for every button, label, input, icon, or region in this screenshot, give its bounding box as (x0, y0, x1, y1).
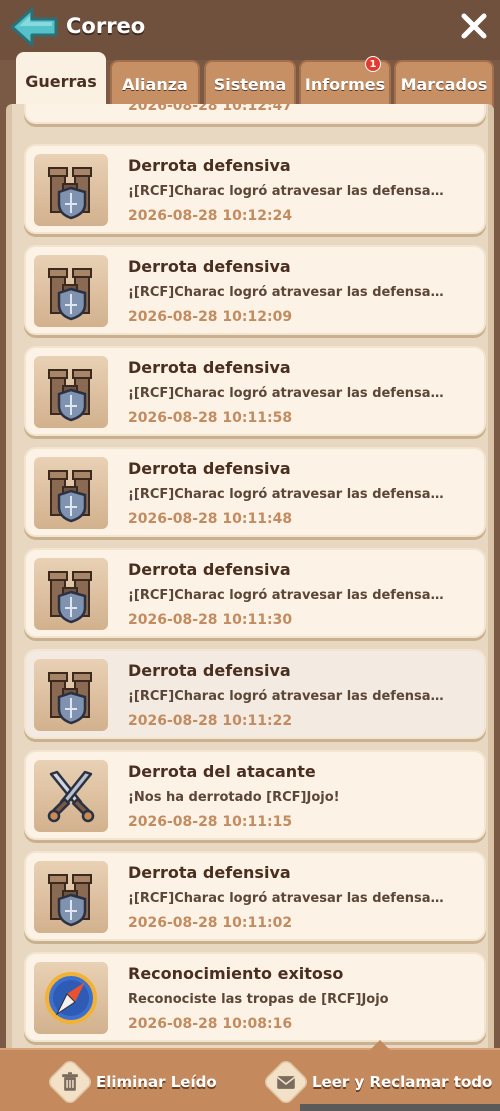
list-item[interactable]: Derrota defensiva ¡[RCF]Charac logró atr… (24, 649, 486, 739)
list-item[interactable]: Derrota defensiva ¡[RCF]Charac logró atr… (24, 851, 486, 941)
message-preview: ¡[RCF]Charac logró atravesar las defensa… (128, 689, 448, 704)
tab-informes[interactable]: Informes 1 (299, 56, 391, 106)
list-item[interactable]: Reconocimiento exitoso Reconociste las t… (24, 952, 486, 1042)
message-time: 2026-08-28 10:11:22 (128, 713, 293, 729)
list-item[interactable]: Derrota defensiva ¡[RCF]Charac logró atr… (24, 447, 486, 537)
castle-shield-icon (34, 255, 108, 327)
message-title: Derrota defensiva (128, 560, 291, 579)
mail-list[interactable]: 2026-08-28 10:12:47 Derrota defensiva ¡[… (12, 104, 488, 1048)
message-title: Derrota defensiva (128, 257, 291, 276)
delete-read-button[interactable]: Eliminar Leído (45, 1057, 217, 1107)
message-title: Reconocimiento exitoso (128, 964, 344, 983)
close-icon[interactable] (460, 12, 488, 40)
castle-shield-icon (34, 457, 108, 529)
envelope-icon (261, 1057, 311, 1107)
castle-shield-icon (34, 861, 108, 933)
header-bar: Correo (0, 0, 500, 60)
list-item[interactable]: 2026-08-28 10:12:47 (24, 104, 486, 124)
message-title: Derrota defensiva (128, 863, 291, 882)
delete-read-label: Eliminar Leído (96, 1073, 217, 1091)
tab-label: Sistema (213, 74, 287, 94)
tab-sistema[interactable]: Sistema (204, 60, 296, 106)
list-item[interactable]: Derrota defensiva ¡[RCF]Charac logró atr… (24, 245, 486, 335)
read-claim-all-button[interactable]: Leer y Reclamar todo (261, 1057, 493, 1107)
mail-panel: 2026-08-28 10:12:47 Derrota defensiva ¡[… (6, 104, 494, 1048)
bottom-action-bar: Eliminar Leído Leer y Reclamar todo (0, 1040, 500, 1111)
message-title: Derrota defensiva (128, 156, 291, 175)
castle-shield-icon (34, 356, 108, 428)
message-preview: ¡[RCF]Charac logró atravesar las defensa… (128, 285, 448, 300)
tab-label: Marcados (400, 74, 488, 94)
back-arrow-icon[interactable] (10, 6, 60, 48)
message-time: 2026-08-28 10:11:02 (128, 915, 293, 931)
message-preview: ¡[RCF]Charac logró atravesar las defensa… (128, 891, 448, 906)
tab-alianza[interactable]: Alianza (110, 60, 200, 106)
message-preview: ¡Nos ha derrotado [RCF]Jojo! (128, 790, 340, 805)
message-time: 2026-08-28 10:12:24 (128, 208, 293, 224)
tab-label: Alianza (122, 74, 188, 94)
tab-label: Guerras (25, 71, 97, 91)
message-time: 2026-08-28 10:12:47 (128, 104, 293, 114)
message-time: 2026-08-28 10:08:16 (128, 1016, 293, 1032)
list-item[interactable]: Derrota defensiva ¡[RCF]Charac logró atr… (24, 346, 486, 436)
message-title: Derrota del atacante (128, 762, 316, 781)
message-preview: ¡[RCF]Charac logró atravesar las defensa… (128, 487, 448, 502)
castle-shield-icon (34, 558, 108, 630)
message-time: 2026-08-28 10:11:15 (128, 814, 293, 830)
tab-marcados[interactable]: Marcados (394, 60, 494, 106)
message-time: 2026-08-28 10:11:48 (128, 511, 293, 527)
message-title: Derrota defensiva (128, 358, 291, 377)
message-preview: Reconociste las tropas de [RCF]Jojo (128, 992, 389, 1007)
list-item[interactable]: Derrota defensiva ¡[RCF]Charac logró atr… (24, 548, 486, 638)
home-indicator (300, 1104, 500, 1111)
castle-shield-icon (34, 659, 108, 731)
message-time: 2026-08-28 10:12:09 (128, 309, 293, 325)
message-title: Derrota defensiva (128, 459, 291, 478)
message-preview: ¡[RCF]Charac logró atravesar las defensa… (128, 588, 448, 603)
crossed-swords-icon (34, 760, 108, 832)
tab-bar: Guerras Alianza Sistema Informes 1 Marca… (0, 52, 500, 108)
message-preview: ¡[RCF]Charac logró atravesar las defensa… (128, 184, 448, 199)
list-item[interactable]: Derrota del atacante ¡Nos ha derrotado [… (24, 750, 486, 840)
list-item[interactable]: Derrota defensiva ¡[RCF]Charac logró atr… (24, 144, 486, 234)
trash-icon (45, 1057, 95, 1107)
bar-pointer (370, 1040, 390, 1050)
notification-badge: 1 (365, 56, 381, 72)
message-time: 2026-08-28 10:11:58 (128, 410, 293, 426)
tab-guerras[interactable]: Guerras (16, 52, 106, 108)
compass-icon (34, 962, 108, 1034)
castle-shield-icon (34, 154, 108, 226)
read-claim-all-label: Leer y Reclamar todo (312, 1073, 493, 1091)
message-time: 2026-08-28 10:11:30 (128, 612, 293, 628)
tab-label: Informes (304, 74, 386, 94)
message-title: Derrota defensiva (128, 661, 291, 680)
message-preview: ¡[RCF]Charac logró atravesar las defensa… (128, 386, 448, 401)
page-title: Correo (66, 14, 146, 38)
